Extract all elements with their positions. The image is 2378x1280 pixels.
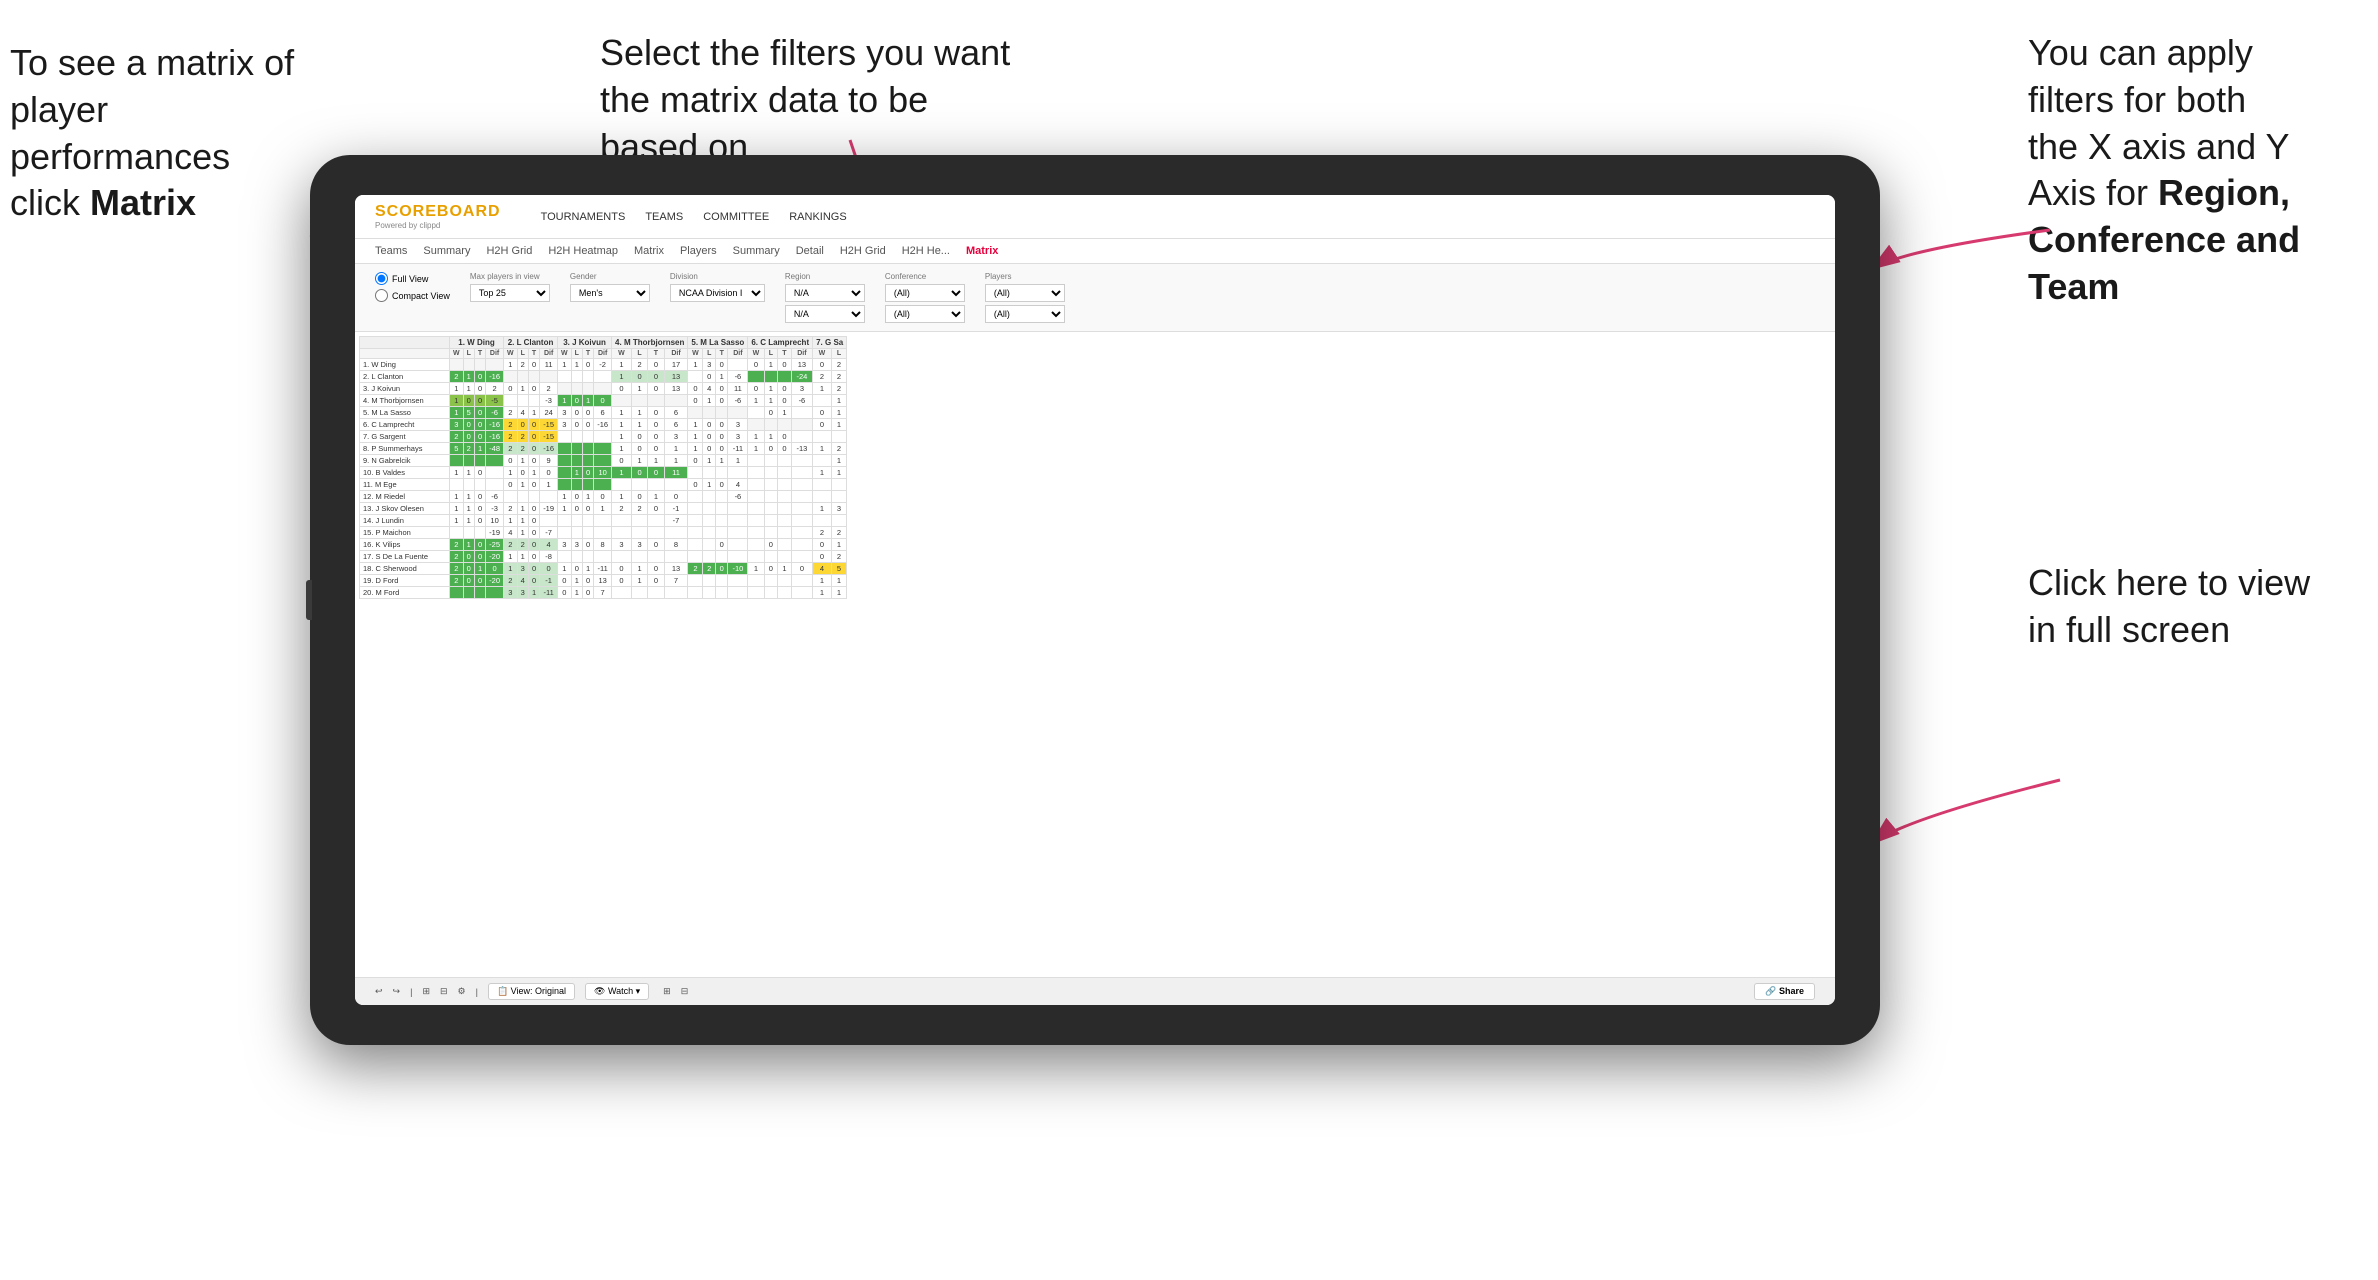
annotation-topleft: To see a matrix of player performances c… — [10, 40, 310, 227]
players-select-x[interactable]: (All) — [985, 284, 1065, 302]
filter-maxplayers: Max players in view Top 25 — [470, 272, 550, 302]
toolbar-share-icon[interactable]: ⊟ — [681, 986, 689, 997]
table-row: 3. J Koivun 1102 0102 01013 04011 0103 1… — [360, 383, 847, 395]
tablet: SCOREBOARD Powered by clippd TOURNAMENTS… — [310, 155, 1880, 1045]
table-row: 2. L Clanton 210-16 10013 01-6 -24 22 — [360, 371, 847, 383]
top-nav: SCOREBOARD Powered by clippd TOURNAMENTS… — [355, 195, 1835, 239]
col-1-wding: 1. W Ding — [450, 337, 504, 349]
region-select-x[interactable]: N/A — [785, 284, 865, 302]
table-row: 1. W Ding 12011 110-2 12017 130 01013 02 — [360, 359, 847, 371]
annotation-topmid: Select the filters you want the matrix d… — [600, 30, 1020, 170]
toolbar-redo[interactable]: ↪ — [393, 986, 401, 997]
filter-players: Players (All) (All) — [985, 272, 1065, 323]
table-row: 13. J Skov Olesen 110-3 210-19 1001 220-… — [360, 503, 847, 515]
region-select-y[interactable]: N/A — [785, 305, 865, 323]
toolbar-divider2: | — [476, 987, 478, 997]
tablet-screen: SCOREBOARD Powered by clippd TOURNAMENTS… — [355, 195, 1835, 1005]
tablet-side-button — [306, 580, 312, 620]
subnav-matrix[interactable]: Matrix — [634, 245, 664, 257]
table-row: 11. M Ege 0101 0104 — [360, 479, 847, 491]
toolbar-divider: | — [410, 987, 412, 997]
nav-items: TOURNAMENTS TEAMS COMMITTEE RANKINGS — [541, 211, 847, 223]
table-row: 6. C Lamprecht 300-16 200-15 300-16 1106… — [360, 419, 847, 431]
toolbar-undo[interactable]: ↩ — [375, 986, 383, 997]
toolbar-screen-btn[interactable]: ⊞ — [663, 986, 671, 997]
watch-btn[interactable]: 👁 Watch ▾ — [585, 983, 649, 1000]
annotation-topright: You can apply filters for both the X axi… — [2028, 30, 2358, 311]
subnav-players[interactable]: Players — [680, 245, 717, 257]
table-row: 8. P Summerhays 521-48 220-16 1001 100-1… — [360, 443, 847, 455]
nav-committee[interactable]: COMMITTEE — [703, 211, 769, 223]
toolbar-settings[interactable]: ⚙ — [458, 986, 466, 997]
toolbar-fit[interactable]: ⊟ — [440, 986, 448, 997]
filter-bar: Full View Compact View Max players in vi… — [355, 264, 1835, 332]
table-row: 15. P Maichon -19 410-7 22 — [360, 527, 847, 539]
view-options: Full View Compact View — [375, 272, 450, 302]
filter-division: Division NCAA Division I — [670, 272, 765, 302]
matrix-table: 1. W Ding 2. L Clanton 3. J Koivun 4. M … — [359, 336, 847, 599]
division-select[interactable]: NCAA Division I — [670, 284, 765, 302]
gender-select[interactable]: Men's — [570, 284, 650, 302]
sub-nav: Teams Summary H2H Grid H2H Heatmap Matri… — [355, 239, 1835, 264]
table-row: 9. N Gabrelcik 0109 0111 0111 1 — [360, 455, 847, 467]
subnav-detail[interactable]: Detail — [796, 245, 824, 257]
subnav-h2h-grid2[interactable]: H2H Grid — [840, 245, 886, 257]
view-original-btn[interactable]: 📋 View: Original — [488, 983, 575, 1000]
table-row: 20. M Ford 331-11 0107 11 — [360, 587, 847, 599]
subnav-teams[interactable]: Teams — [375, 245, 407, 257]
filter-conference: Conference (All) (All) — [885, 272, 965, 323]
nav-teams[interactable]: TEAMS — [645, 211, 683, 223]
bottom-toolbar: ↩ ↪ | ⊞ ⊟ ⚙ | 📋 View: Original 👁 Watch ▾… — [355, 977, 1835, 1005]
col-6-clamprecht: 6. C Lamprecht — [748, 337, 813, 349]
col-4-mthorbjornsen: 4. M Thorbjornsen — [612, 337, 688, 349]
table-row: 18. C Sherwood 2010 1300 101-11 01013 22… — [360, 563, 847, 575]
nav-rankings[interactable]: RANKINGS — [789, 211, 846, 223]
table-row: 4. M Thorbjornsen 100-5 -3 1010 010-6 11… — [360, 395, 847, 407]
table-row: 5. M La Sasso 150-6 24124 3006 1106 01 0… — [360, 407, 847, 419]
col-7-gsa: 7. G Sa — [813, 337, 847, 349]
subnav-h2h-grid[interactable]: H2H Grid — [486, 245, 532, 257]
subnav-h2h-heatmap[interactable]: H2H Heatmap — [548, 245, 618, 257]
subnav-summary2[interactable]: Summary — [733, 245, 780, 257]
col-2-lclanton: 2. L Clanton — [504, 337, 558, 349]
matrix-subheader-row: WLTDif WLTDif WLTDif WLTDif WLTDif WLTDi… — [360, 349, 847, 359]
table-row: 12. M Riedel 110-6 1010 1010 -6 — [360, 491, 847, 503]
col-3-jkoivun: 3. J Koivun — [558, 337, 612, 349]
logo-sub: Powered by clippd — [375, 221, 501, 230]
players-select-y[interactable]: (All) — [985, 305, 1065, 323]
table-row: 10. B Valdes 110 1010 1010 10011 11 — [360, 467, 847, 479]
matrix-area[interactable]: 1. W Ding 2. L Clanton 3. J Koivun 4. M … — [355, 332, 1835, 977]
toolbar-zoom: ⊞ — [422, 986, 430, 997]
share-btn[interactable]: 🔗 Share — [1754, 983, 1815, 1000]
compactview-label[interactable]: Compact View — [375, 289, 450, 302]
table-row: 17. S De La Fuente 200-20 110-8 02 — [360, 551, 847, 563]
maxplayers-select[interactable]: Top 25 — [470, 284, 550, 302]
subnav-h2h-he[interactable]: H2H He... — [902, 245, 950, 257]
annotation-bottomright: Click here to view in full screen — [2028, 560, 2348, 654]
col-5-mlasasso: 5. M La Sasso — [688, 337, 748, 349]
subnav-matrix-active[interactable]: Matrix — [966, 245, 998, 257]
table-row: 19. D Ford 200-20 240-1 01013 0107 11 — [360, 575, 847, 587]
filter-gender: Gender Men's — [570, 272, 650, 302]
logo-area: SCOREBOARD Powered by clippd — [375, 203, 501, 230]
filter-region: Region N/A N/A — [785, 272, 865, 323]
subnav-summary[interactable]: Summary — [423, 245, 470, 257]
conference-select-x[interactable]: (All) — [885, 284, 965, 302]
matrix-header-row: 1. W Ding 2. L Clanton 3. J Koivun 4. M … — [360, 337, 847, 349]
logo-text: SCOREBOARD — [375, 203, 501, 221]
matrix-corner — [360, 337, 450, 349]
table-row: 16. K Vilips 210-25 2204 3308 3308 0 0 0… — [360, 539, 847, 551]
conference-select-y[interactable]: (All) — [885, 305, 965, 323]
table-row: 14. J Lundin 11010 110 -7 — [360, 515, 847, 527]
nav-tournaments[interactable]: TOURNAMENTS — [541, 211, 626, 223]
fullview-label[interactable]: Full View — [375, 272, 450, 285]
compactview-radio[interactable] — [375, 289, 388, 302]
fullview-radio[interactable] — [375, 272, 388, 285]
table-row: 7. G Sargent 200-16 220-15 1003 1003 110 — [360, 431, 847, 443]
